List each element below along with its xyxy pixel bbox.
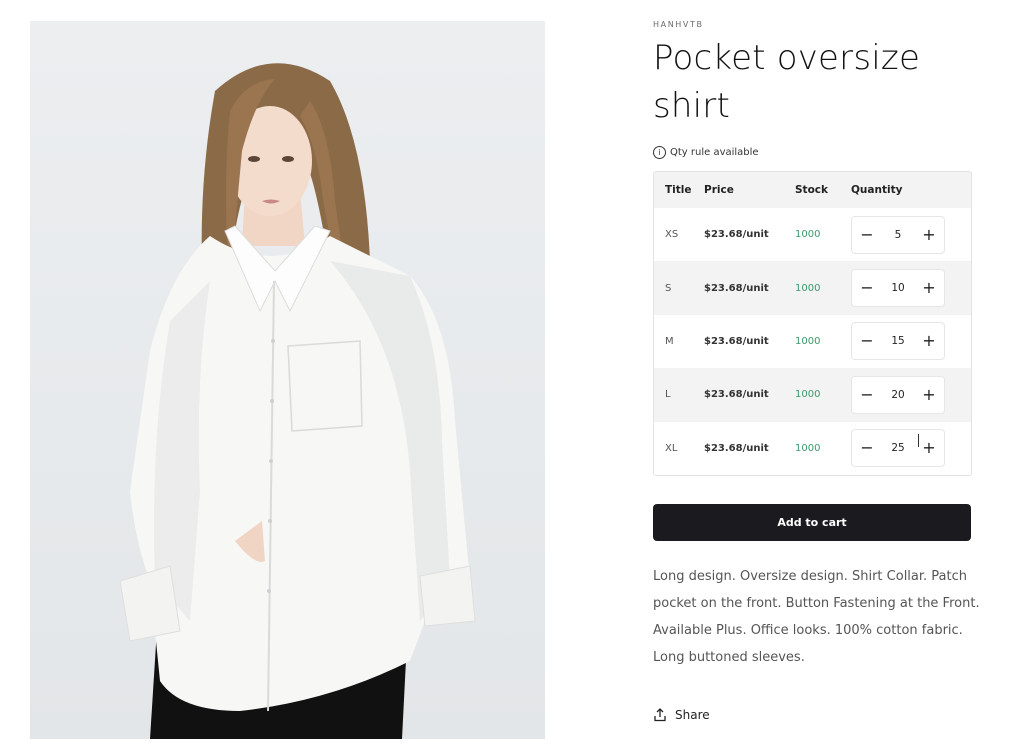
share-label: Share bbox=[675, 707, 710, 722]
variant-price: $23.68/unit bbox=[704, 335, 769, 347]
plus-icon[interactable]: + bbox=[922, 386, 936, 403]
variant-stock: 1000 bbox=[795, 229, 821, 241]
variant-title: M bbox=[665, 335, 674, 347]
quantity-input[interactable]: 15 bbox=[883, 335, 913, 347]
quantity-stepper: − 5 + bbox=[851, 215, 945, 254]
qty-rule-notice[interactable]: i Qty rule available bbox=[653, 144, 983, 160]
variant-stock: 1000 bbox=[795, 335, 821, 347]
header-stock: Stock bbox=[795, 184, 829, 196]
header-quantity: Quantity bbox=[851, 184, 903, 196]
variant-quantity-table: Title Price Stock Quantity XS $23.68/uni… bbox=[653, 171, 972, 476]
variant-title: XL bbox=[665, 442, 678, 454]
variant-price: $23.68/unit bbox=[704, 282, 769, 294]
product-info: HANHVTB Pocket oversize shirt i Qty rule… bbox=[653, 18, 983, 722]
plus-icon[interactable]: + bbox=[922, 440, 936, 456]
add-to-cart-button[interactable]: Add to cart bbox=[653, 503, 971, 541]
product-photo-model-in-white-shirt bbox=[119, 63, 476, 739]
quantity-stepper: − 10 + bbox=[851, 269, 945, 308]
share-button[interactable]: Share bbox=[653, 708, 983, 722]
quantity-stepper: − 15 + bbox=[851, 322, 945, 361]
plus-icon[interactable]: + bbox=[922, 226, 936, 243]
product-image[interactable] bbox=[30, 21, 545, 739]
variant-stock: 1000 bbox=[795, 442, 821, 454]
quantity-input[interactable]: 5 bbox=[883, 229, 913, 241]
plus-icon[interactable]: + bbox=[922, 333, 936, 349]
header-price: Price bbox=[704, 184, 734, 196]
variant-title: S bbox=[665, 282, 672, 294]
variant-price: $23.68/unit bbox=[704, 229, 769, 241]
quantity-input[interactable]: 10 bbox=[883, 282, 913, 294]
table-header-row: Title Price Stock Quantity bbox=[654, 172, 971, 208]
table-row: XS $23.68/unit 1000 − 5 + bbox=[654, 208, 971, 261]
plus-icon[interactable]: + bbox=[922, 280, 936, 296]
variant-price: $23.68/unit bbox=[704, 442, 769, 454]
minus-icon[interactable]: − bbox=[860, 440, 874, 456]
table-row: M $23.68/unit 1000 − 15 + bbox=[654, 315, 971, 368]
table-row: L $23.68/unit 1000 − 20 + bbox=[654, 368, 971, 422]
product-vendor: HANHVTB bbox=[653, 20, 704, 29]
quantity-stepper: − 25 + bbox=[851, 429, 945, 468]
minus-icon[interactable]: − bbox=[860, 386, 874, 403]
header-title: Title bbox=[665, 184, 692, 196]
minus-icon[interactable]: − bbox=[860, 280, 874, 296]
text-cursor bbox=[918, 434, 919, 448]
variant-price: $23.68/unit bbox=[704, 389, 769, 401]
variant-title: XS bbox=[665, 229, 679, 241]
qty-rule-label: Qty rule available bbox=[670, 146, 759, 158]
variant-title: L bbox=[665, 389, 671, 401]
table-row: XL $23.68/unit 1000 − 25 + bbox=[654, 422, 971, 475]
product-description: Long design. Oversize design. Shirt Coll… bbox=[653, 568, 980, 665]
quantity-input[interactable]: 20 bbox=[883, 389, 913, 401]
minus-icon[interactable]: − bbox=[860, 333, 874, 349]
minus-icon[interactable]: − bbox=[860, 226, 874, 243]
table-row: S $23.68/unit 1000 − 10 + bbox=[654, 261, 971, 315]
info-icon: i bbox=[653, 145, 666, 159]
share-icon bbox=[654, 708, 666, 722]
quantity-input[interactable]: 25 bbox=[883, 442, 913, 454]
variant-stock: 1000 bbox=[795, 282, 821, 294]
product-title: Pocket oversize shirt bbox=[653, 38, 921, 126]
quantity-stepper: − 20 + bbox=[851, 375, 945, 414]
variant-stock: 1000 bbox=[795, 389, 821, 401]
